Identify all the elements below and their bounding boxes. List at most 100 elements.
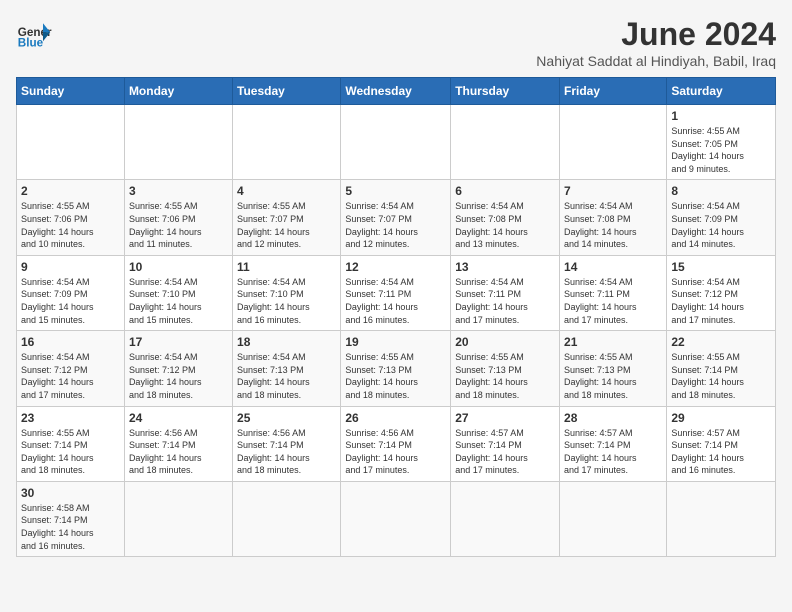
- day-number: 8: [671, 184, 771, 198]
- logo: General Blue: [16, 16, 52, 52]
- day-number: 11: [237, 260, 336, 274]
- day-number: 23: [21, 411, 120, 425]
- calendar-day-cell: 16 Sunrise: 4:54 AM Sunset: 7:12 PM Dayli…: [17, 331, 125, 406]
- page-header: General Blue June 2024 Nahiyat Saddat al…: [16, 16, 776, 69]
- calendar-week-row: 1 Sunrise: 4:55 AM Sunset: 7:05 PM Daylig…: [17, 105, 776, 180]
- calendar-day-cell: [560, 105, 667, 180]
- day-number: 29: [671, 411, 771, 425]
- day-info: Sunrise: 4:54 AM Sunset: 7:11 PM Dayligh…: [345, 276, 446, 326]
- calendar-day-cell: 24 Sunrise: 4:56 AM Sunset: 7:14 PM Dayli…: [124, 406, 232, 481]
- day-info: Sunrise: 4:58 AM Sunset: 7:14 PM Dayligh…: [21, 502, 120, 552]
- calendar-day-cell: 17Sunrise: 4:54 AM Sunset: 7:12 PM Dayli…: [124, 331, 232, 406]
- day-number: 18: [237, 335, 336, 349]
- day-info: Sunrise: 4:55 AM Sunset: 7:14 PM Dayligh…: [21, 427, 120, 477]
- day-number: 6: [455, 184, 555, 198]
- calendar-day-cell: 5 Sunrise: 4:54 AM Sunset: 7:07 PM Daylig…: [341, 180, 451, 255]
- calendar-day-cell: 30 Sunrise: 4:58 AM Sunset: 7:14 PM Dayli…: [17, 481, 125, 556]
- day-info: Sunrise: 4:56 AM Sunset: 7:14 PM Dayligh…: [129, 427, 228, 477]
- calendar-table: SundayMondayTuesdayWednesdayThursdayFrid…: [16, 77, 776, 557]
- day-info: Sunrise: 4:55 AM Sunset: 7:07 PM Dayligh…: [237, 200, 336, 250]
- day-info: Sunrise: 4:54 AM Sunset: 7:12 PM Dayligh…: [21, 351, 120, 401]
- day-number: 22: [671, 335, 771, 349]
- calendar-week-row: 23 Sunrise: 4:55 AM Sunset: 7:14 PM Dayli…: [17, 406, 776, 481]
- calendar-day-cell: 19Sunrise: 4:55 AM Sunset: 7:13 PM Dayli…: [341, 331, 451, 406]
- day-info: Sunrise: 4:55 AM Sunset: 7:13 PM Dayligh…: [455, 351, 555, 401]
- day-info: Sunrise: 4:54 AM Sunset: 7:10 PM Dayligh…: [129, 276, 228, 326]
- day-info: Sunrise: 4:55 AM Sunset: 7:06 PM Dayligh…: [129, 200, 228, 250]
- day-info: Sunrise: 4:57 AM Sunset: 7:14 PM Dayligh…: [671, 427, 771, 477]
- day-number: 24: [129, 411, 228, 425]
- weekday-header-tuesday: Tuesday: [233, 78, 341, 105]
- weekday-header-friday: Friday: [560, 78, 667, 105]
- weekday-header-wednesday: Wednesday: [341, 78, 451, 105]
- day-info: Sunrise: 4:54 AM Sunset: 7:08 PM Dayligh…: [455, 200, 555, 250]
- calendar-day-cell: 28 Sunrise: 4:57 AM Sunset: 7:14 PM Dayli…: [560, 406, 667, 481]
- day-info: Sunrise: 4:54 AM Sunset: 7:09 PM Dayligh…: [671, 200, 771, 250]
- calendar-day-cell: [17, 105, 125, 180]
- day-info: Sunrise: 4:54 AM Sunset: 7:11 PM Dayligh…: [564, 276, 662, 326]
- day-info: Sunrise: 4:54 AM Sunset: 7:08 PM Dayligh…: [564, 200, 662, 250]
- day-number: 13: [455, 260, 555, 274]
- weekday-header-monday: Monday: [124, 78, 232, 105]
- title-area: June 2024 Nahiyat Saddat al Hindiyah, Ba…: [536, 16, 776, 69]
- day-number: 28: [564, 411, 662, 425]
- calendar-day-cell: [341, 105, 451, 180]
- day-info: Sunrise: 4:57 AM Sunset: 7:14 PM Dayligh…: [564, 427, 662, 477]
- calendar-day-cell: 27 Sunrise: 4:57 AM Sunset: 7:14 PM Dayli…: [451, 406, 560, 481]
- calendar-day-cell: [451, 481, 560, 556]
- day-info: Sunrise: 4:54 AM Sunset: 7:07 PM Dayligh…: [345, 200, 446, 250]
- day-number: 16: [21, 335, 120, 349]
- day-number: 21: [564, 335, 662, 349]
- calendar-day-cell: 20 Sunrise: 4:55 AM Sunset: 7:13 PM Dayli…: [451, 331, 560, 406]
- calendar-day-cell: [233, 105, 341, 180]
- calendar-day-cell: [124, 105, 232, 180]
- day-number: 17: [129, 335, 228, 349]
- day-info: Sunrise: 4:54 AM Sunset: 7:11 PM Dayligh…: [455, 276, 555, 326]
- day-number: 10: [129, 260, 228, 274]
- calendar-day-cell: 29 Sunrise: 4:57 AM Sunset: 7:14 PM Dayli…: [667, 406, 776, 481]
- day-info: Sunrise: 4:57 AM Sunset: 7:14 PM Dayligh…: [455, 427, 555, 477]
- svg-text:Blue: Blue: [18, 37, 44, 50]
- weekday-header-saturday: Saturday: [667, 78, 776, 105]
- day-number: 9: [21, 260, 120, 274]
- calendar-day-cell: 11 Sunrise: 4:54 AM Sunset: 7:10 PM Dayli…: [233, 255, 341, 330]
- weekday-header-sunday: Sunday: [17, 78, 125, 105]
- day-number: 25: [237, 411, 336, 425]
- calendar-day-cell: 22Sunrise: 4:55 AM Sunset: 7:14 PM Dayli…: [667, 331, 776, 406]
- calendar-week-row: 9Sunrise: 4:54 AM Sunset: 7:09 PM Daylig…: [17, 255, 776, 330]
- day-number: 15: [671, 260, 771, 274]
- calendar-day-cell: 14Sunrise: 4:54 AM Sunset: 7:11 PM Dayli…: [560, 255, 667, 330]
- day-info: Sunrise: 4:55 AM Sunset: 7:06 PM Dayligh…: [21, 200, 120, 250]
- day-number: 2: [21, 184, 120, 198]
- calendar-day-cell: 4 Sunrise: 4:55 AM Sunset: 7:07 PM Daylig…: [233, 180, 341, 255]
- day-info: Sunrise: 4:54 AM Sunset: 7:10 PM Dayligh…: [237, 276, 336, 326]
- day-info: Sunrise: 4:55 AM Sunset: 7:05 PM Dayligh…: [671, 125, 771, 175]
- day-number: 4: [237, 184, 336, 198]
- calendar-day-cell: 25 Sunrise: 4:56 AM Sunset: 7:14 PM Dayli…: [233, 406, 341, 481]
- calendar-day-cell: [667, 481, 776, 556]
- calendar-day-cell: 26Sunrise: 4:56 AM Sunset: 7:14 PM Dayli…: [341, 406, 451, 481]
- day-number: 20: [455, 335, 555, 349]
- calendar-day-cell: 21Sunrise: 4:55 AM Sunset: 7:13 PM Dayli…: [560, 331, 667, 406]
- day-number: 3: [129, 184, 228, 198]
- calendar-day-cell: [560, 481, 667, 556]
- calendar-day-cell: [341, 481, 451, 556]
- day-number: 27: [455, 411, 555, 425]
- month-title: June 2024: [536, 16, 776, 53]
- day-number: 26: [345, 411, 446, 425]
- calendar-day-cell: 9Sunrise: 4:54 AM Sunset: 7:09 PM Daylig…: [17, 255, 125, 330]
- day-number: 5: [345, 184, 446, 198]
- calendar-day-cell: 3 Sunrise: 4:55 AM Sunset: 7:06 PM Daylig…: [124, 180, 232, 255]
- calendar-day-cell: 13 Sunrise: 4:54 AM Sunset: 7:11 PM Dayli…: [451, 255, 560, 330]
- day-number: 30: [21, 486, 120, 500]
- calendar-day-cell: 18Sunrise: 4:54 AM Sunset: 7:13 PM Dayli…: [233, 331, 341, 406]
- day-number: 1: [671, 109, 771, 123]
- calendar-day-cell: 8 Sunrise: 4:54 AM Sunset: 7:09 PM Daylig…: [667, 180, 776, 255]
- calendar-day-cell: 7Sunrise: 4:54 AM Sunset: 7:08 PM Daylig…: [560, 180, 667, 255]
- calendar-week-row: 16 Sunrise: 4:54 AM Sunset: 7:12 PM Dayli…: [17, 331, 776, 406]
- day-info: Sunrise: 4:56 AM Sunset: 7:14 PM Dayligh…: [237, 427, 336, 477]
- calendar-day-cell: 23 Sunrise: 4:55 AM Sunset: 7:14 PM Dayli…: [17, 406, 125, 481]
- calendar-day-cell: [233, 481, 341, 556]
- location-subtitle: Nahiyat Saddat al Hindiyah, Babil, Iraq: [536, 53, 776, 69]
- calendar-day-cell: 6 Sunrise: 4:54 AM Sunset: 7:08 PM Daylig…: [451, 180, 560, 255]
